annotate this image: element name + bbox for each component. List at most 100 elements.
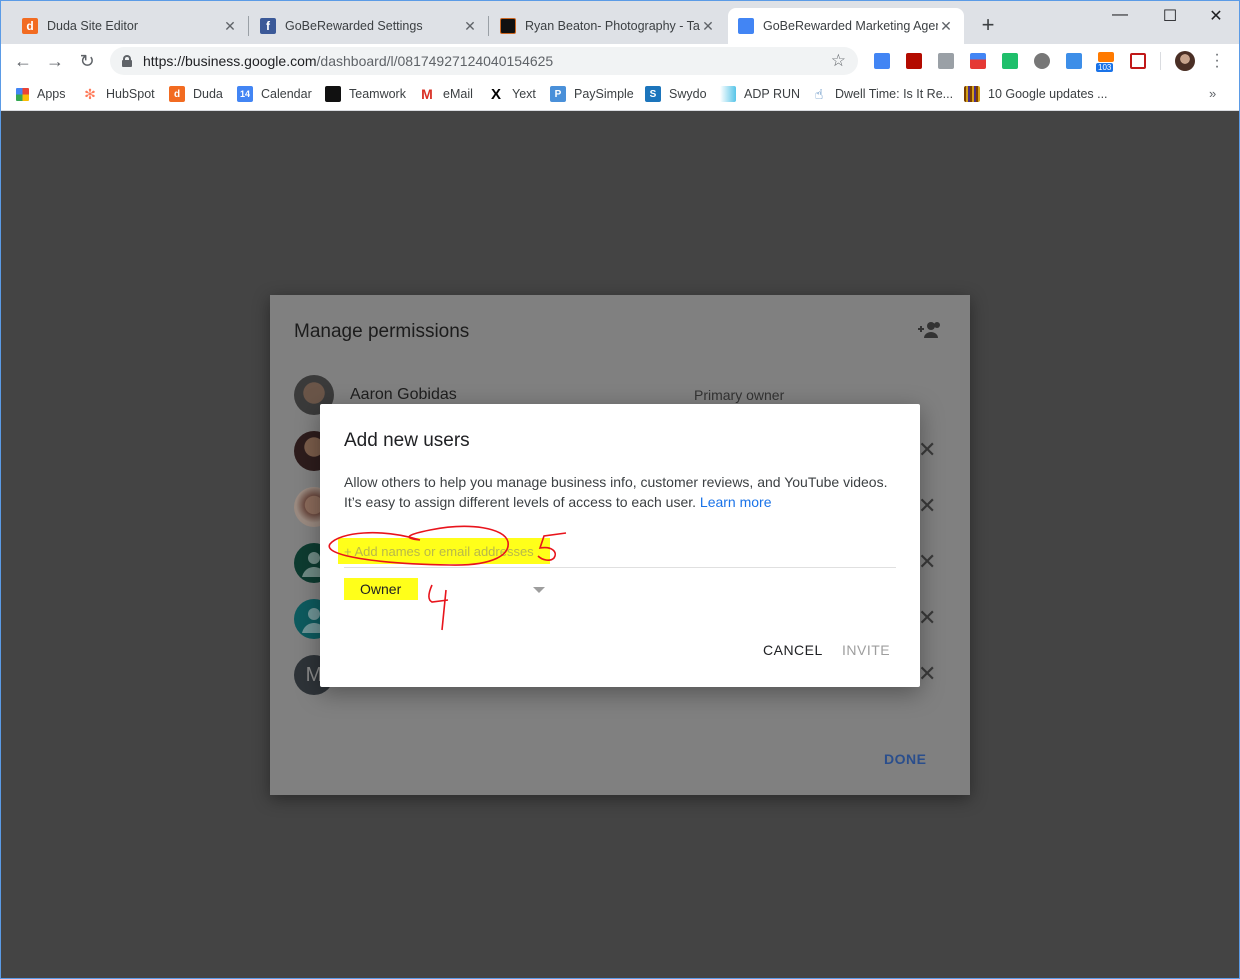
bookmark-label: PaySimple xyxy=(574,87,634,101)
permissions-title: Manage permissions xyxy=(294,321,470,342)
teamwork-icon xyxy=(325,86,341,102)
bookmark-label: Apps xyxy=(37,87,66,101)
bookmark-label: 10 Google updates ... xyxy=(988,87,1108,101)
film-reel-icon[interactable] xyxy=(1034,53,1050,69)
url-text: https://business.google.com/dashboard/l/… xyxy=(143,53,553,69)
add-users-input[interactable] xyxy=(344,540,644,562)
apps-grid-icon xyxy=(16,87,29,101)
maximize-button[interactable]: ☐ xyxy=(1147,6,1193,26)
bookmark-yext[interactable]: X Yext xyxy=(488,85,536,103)
bookmark-label: Duda xyxy=(193,87,223,101)
dialog-description: Allow others to help you manage business… xyxy=(344,472,900,512)
extension-blue-icon[interactable] xyxy=(874,53,890,69)
bookmark-calendar[interactable]: 14 Calendar xyxy=(237,85,312,103)
extension-tb-icon[interactable] xyxy=(1066,53,1082,69)
extension-green-face-icon[interactable] xyxy=(1002,53,1018,69)
hubspot-ext-icon[interactable] xyxy=(1098,52,1114,62)
tab-divider xyxy=(248,16,249,36)
tab-close-icon[interactable]: ✕ xyxy=(938,18,954,35)
learn-more-link[interactable]: Learn more xyxy=(700,494,772,510)
tab-close-icon[interactable]: ✕ xyxy=(462,18,478,35)
bookmark-star-icon[interactable]: ☆ xyxy=(831,51,846,71)
remove-user-icon[interactable]: ✕ xyxy=(918,551,936,573)
tab-duda-site-editor[interactable]: d Duda Site Editor ✕ xyxy=(12,8,248,44)
remove-user-icon[interactable]: ✕ xyxy=(918,495,936,517)
bookmark-google-updates[interactable]: 10 Google updates ... xyxy=(964,85,1108,103)
bookmark-apps[interactable]: Apps xyxy=(16,85,66,103)
chrome-menu-icon[interactable]: · · · xyxy=(1212,47,1222,75)
tab-divider xyxy=(488,16,489,36)
bookmark-label: eMail xyxy=(443,87,473,101)
reload-button[interactable]: ↻ xyxy=(76,50,98,72)
teamwork-icon xyxy=(500,18,516,34)
gmail-icon: M xyxy=(421,86,433,102)
bookmark-duda[interactable]: d Duda xyxy=(169,85,223,103)
tab-close-icon[interactable]: ✕ xyxy=(222,18,238,35)
add-person-icon[interactable] xyxy=(916,321,942,339)
address-bar[interactable]: https://business.google.com/dashboard/l/… xyxy=(110,47,858,75)
add-new-users-dialog: Add new users Allow others to help you m… xyxy=(320,404,920,687)
browser-toolbar: ← → ↻ https://business.google.com/dashbo… xyxy=(0,44,1240,78)
extension-red-arrow-icon[interactable] xyxy=(970,53,986,69)
bookmark-label: Teamwork xyxy=(349,87,406,101)
code-view-icon[interactable] xyxy=(938,53,954,69)
bookmark-hubspot[interactable]: ✻ HubSpot xyxy=(82,85,155,103)
tab-gobe-rewarded-settings[interactable]: f GoBeRewarded Settings ✕ xyxy=(250,8,488,44)
toolbar-divider xyxy=(1160,52,1161,70)
url-host: https://business.google.com xyxy=(143,53,317,69)
invite-button[interactable]: INVITE xyxy=(842,642,890,658)
user-name: Aaron Gobidas xyxy=(350,386,457,403)
bookmark-label: Swydo xyxy=(669,87,707,101)
paysimple-icon: P xyxy=(550,86,566,102)
description-text: Allow others to help you manage business… xyxy=(344,474,888,510)
bookmarks-overflow-button[interactable]: » xyxy=(1209,86,1216,101)
role-dropdown[interactable]: Owner xyxy=(344,576,550,604)
remove-user-icon[interactable]: ✕ xyxy=(918,607,936,629)
bookmark-label: Dwell Time: Is It Re... xyxy=(835,87,954,101)
tab-gobe-rewarded-marketing[interactable]: GoBeRewarded Marketing Agenc ✕ xyxy=(728,8,964,44)
striped-icon xyxy=(964,86,980,102)
bookmark-email[interactable]: M eMail xyxy=(419,85,473,103)
add-users-field xyxy=(338,536,896,568)
bookmark-paysimple[interactable]: P PaySimple xyxy=(550,85,634,103)
forward-button[interactable]: → xyxy=(44,50,66,72)
new-tab-button[interactable]: + xyxy=(978,14,998,36)
back-button[interactable]: ← xyxy=(12,50,34,72)
tab-title: Duda Site Editor xyxy=(47,19,139,33)
tab-ryan-beaton-photography[interactable]: Ryan Beaton- Photography - Task ✕ xyxy=(490,8,726,44)
adobe-acrobat-icon[interactable] xyxy=(906,53,922,69)
google-my-business-icon xyxy=(738,18,754,34)
tab-title: GoBeRewarded Settings xyxy=(285,19,423,33)
tab-strip: d Duda Site Editor ✕ f GoBeRewarded Sett… xyxy=(0,0,1240,44)
duda-icon: d xyxy=(22,18,38,34)
url-path: /dashboard/l/08174927124040154625 xyxy=(316,53,554,69)
hubspot-icon: ✻ xyxy=(84,85,96,102)
remove-user-icon[interactable]: ✕ xyxy=(918,439,936,461)
remove-user-icon[interactable]: ✕ xyxy=(918,663,936,685)
bookmark-label: HubSpot xyxy=(106,87,155,101)
dialog-title: Add new users xyxy=(344,430,470,451)
minimize-button[interactable]: — xyxy=(1097,6,1143,24)
yext-icon: X xyxy=(490,85,501,103)
bookmark-dwell-time[interactable]: ☝ Dwell Time: Is It Re... xyxy=(811,85,953,103)
bookmark-label: ADP RUN xyxy=(744,87,801,101)
facebook-icon: f xyxy=(260,18,276,34)
bookmark-adp-run[interactable]: ADP RUN xyxy=(720,85,800,103)
tab-title: GoBeRewarded Marketing Agenc xyxy=(763,19,938,33)
tab-close-icon[interactable]: ✕ xyxy=(700,18,716,35)
cancel-button[interactable]: CANCEL xyxy=(763,642,823,658)
done-button[interactable]: DONE xyxy=(884,751,926,767)
role-value: Owner xyxy=(360,581,402,597)
mcafee-icon[interactable] xyxy=(1130,53,1146,69)
extension-badge: 103 xyxy=(1096,63,1114,72)
bookmark-swydo[interactable]: S Swydo xyxy=(645,85,707,103)
bookmark-label: Yext xyxy=(512,87,536,101)
bookmarks-bar: Apps ✻ HubSpot d Duda 14 Calendar Teamwo… xyxy=(0,78,1240,111)
bookmark-teamwork[interactable]: Teamwork xyxy=(325,85,406,103)
dropdown-caret-icon xyxy=(533,587,545,593)
profile-avatar[interactable] xyxy=(1175,51,1195,71)
close-window-button[interactable]: ✕ xyxy=(1193,6,1239,26)
swydo-icon: S xyxy=(645,86,661,102)
user-role: Primary owner xyxy=(694,387,785,403)
tab-title: Ryan Beaton- Photography - Task xyxy=(525,19,700,33)
